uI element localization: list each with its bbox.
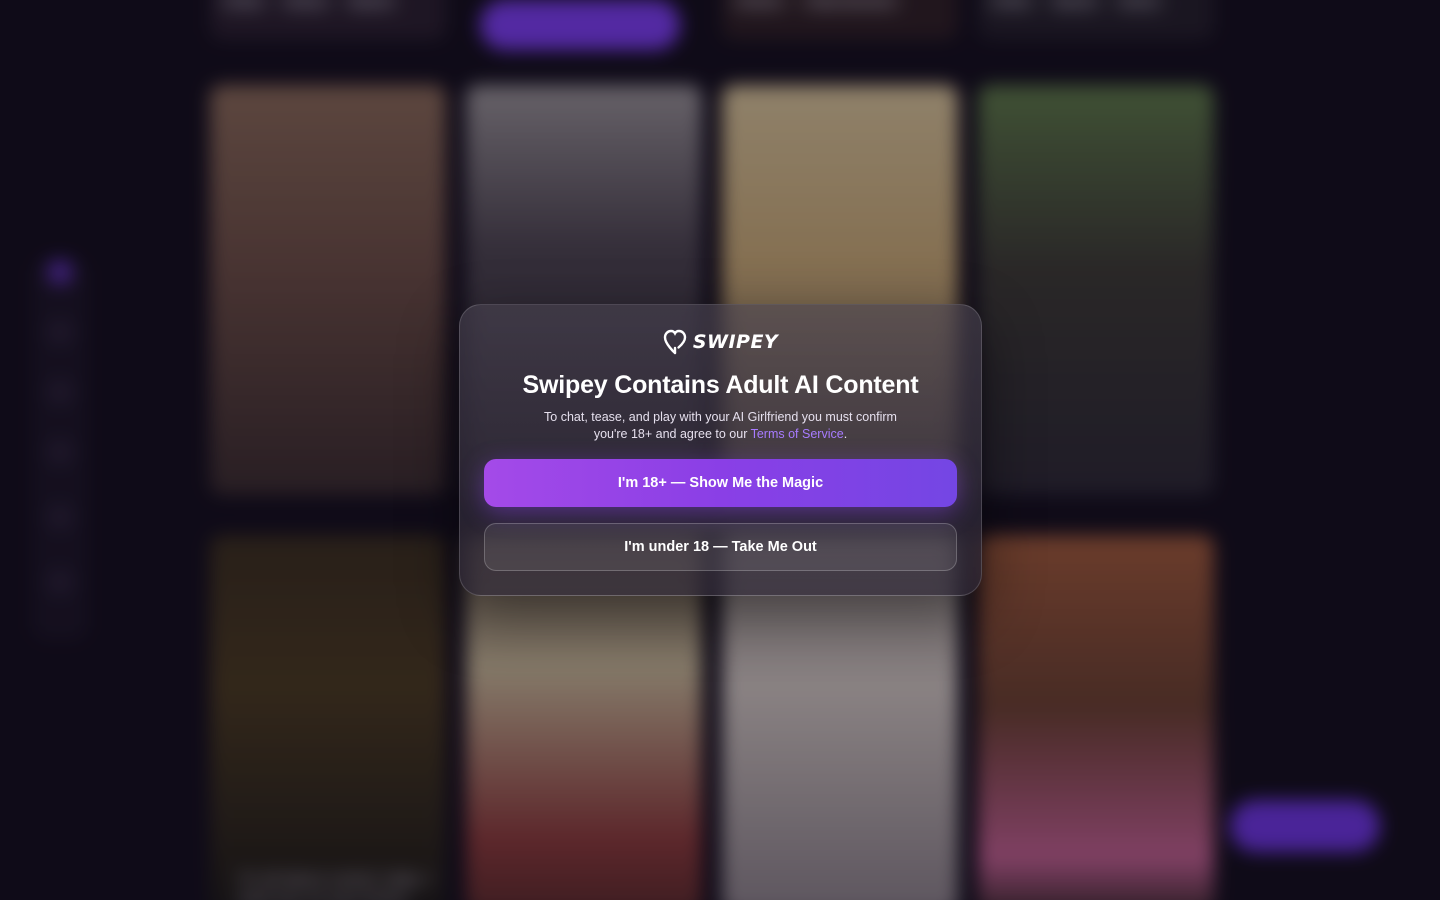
heart-logo-icon [663,329,687,355]
subtitle-line-1: To chat, tease, and play with your AI Gi… [544,410,897,424]
subtitle-line-2: you're 18+ and agree to our [593,427,751,441]
terms-of-service-link[interactable]: Terms of Service [751,427,844,441]
confirm-age-button[interactable]: I'm 18+ — Show Me the Magic [484,459,957,507]
underage-exit-button[interactable]: I'm under 18 — Take Me Out [484,523,957,571]
brand-name: SWIPEY [692,331,779,353]
subtitle-period: . [843,427,848,441]
age-verification-modal: SWIPEY Swipey Contains Adult AI Content … [459,304,982,596]
brand-logo: SWIPEY [460,327,981,357]
modal-subtitle: To chat, tease, and play with your AI Gi… [520,409,921,443]
age-gate-screen: Petite Ebony Big tits Athletic Flight at… [0,0,1440,900]
modal-title: Swipey Contains Adult AI Content [522,371,919,399]
